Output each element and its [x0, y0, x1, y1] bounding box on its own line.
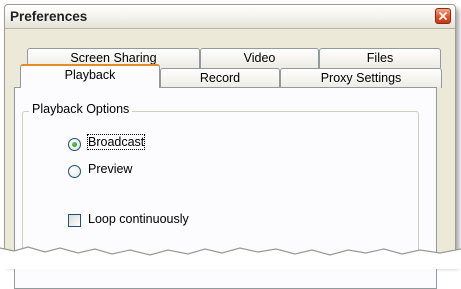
tab-video[interactable]: Video: [200, 48, 319, 68]
tab-files[interactable]: Files: [319, 48, 441, 68]
window-title: Preferences: [10, 9, 88, 24]
close-icon: [439, 12, 447, 20]
tab-label: Record: [199, 71, 241, 85]
loop-continuously-checkbox[interactable]: [68, 214, 81, 227]
tab-label: Playback: [64, 68, 116, 82]
close-button[interactable]: [435, 8, 451, 24]
tab-label: Screen Sharing: [70, 51, 157, 65]
loop-continuously-label[interactable]: Loop continuously: [88, 212, 189, 226]
tab-record[interactable]: Record: [160, 68, 280, 88]
tab-label: Files: [366, 51, 394, 65]
tab-playback[interactable]: Playback: [20, 64, 160, 88]
broadcast-radio[interactable]: [68, 138, 81, 151]
playback-options-group: [22, 111, 419, 258]
preview-radio[interactable]: [68, 165, 81, 178]
title-bar[interactable]: Preferences: [5, 5, 455, 29]
tab-proxy-settings[interactable]: Proxy Settings: [280, 68, 442, 88]
tab-label: Video: [243, 51, 276, 65]
tab-label: Proxy Settings: [320, 71, 402, 85]
group-label: Playback Options: [29, 102, 133, 116]
radio-selected-dot: [72, 142, 77, 147]
broadcast-label[interactable]: Broadcast: [86, 134, 146, 150]
preview-label[interactable]: Preview: [88, 162, 132, 176]
